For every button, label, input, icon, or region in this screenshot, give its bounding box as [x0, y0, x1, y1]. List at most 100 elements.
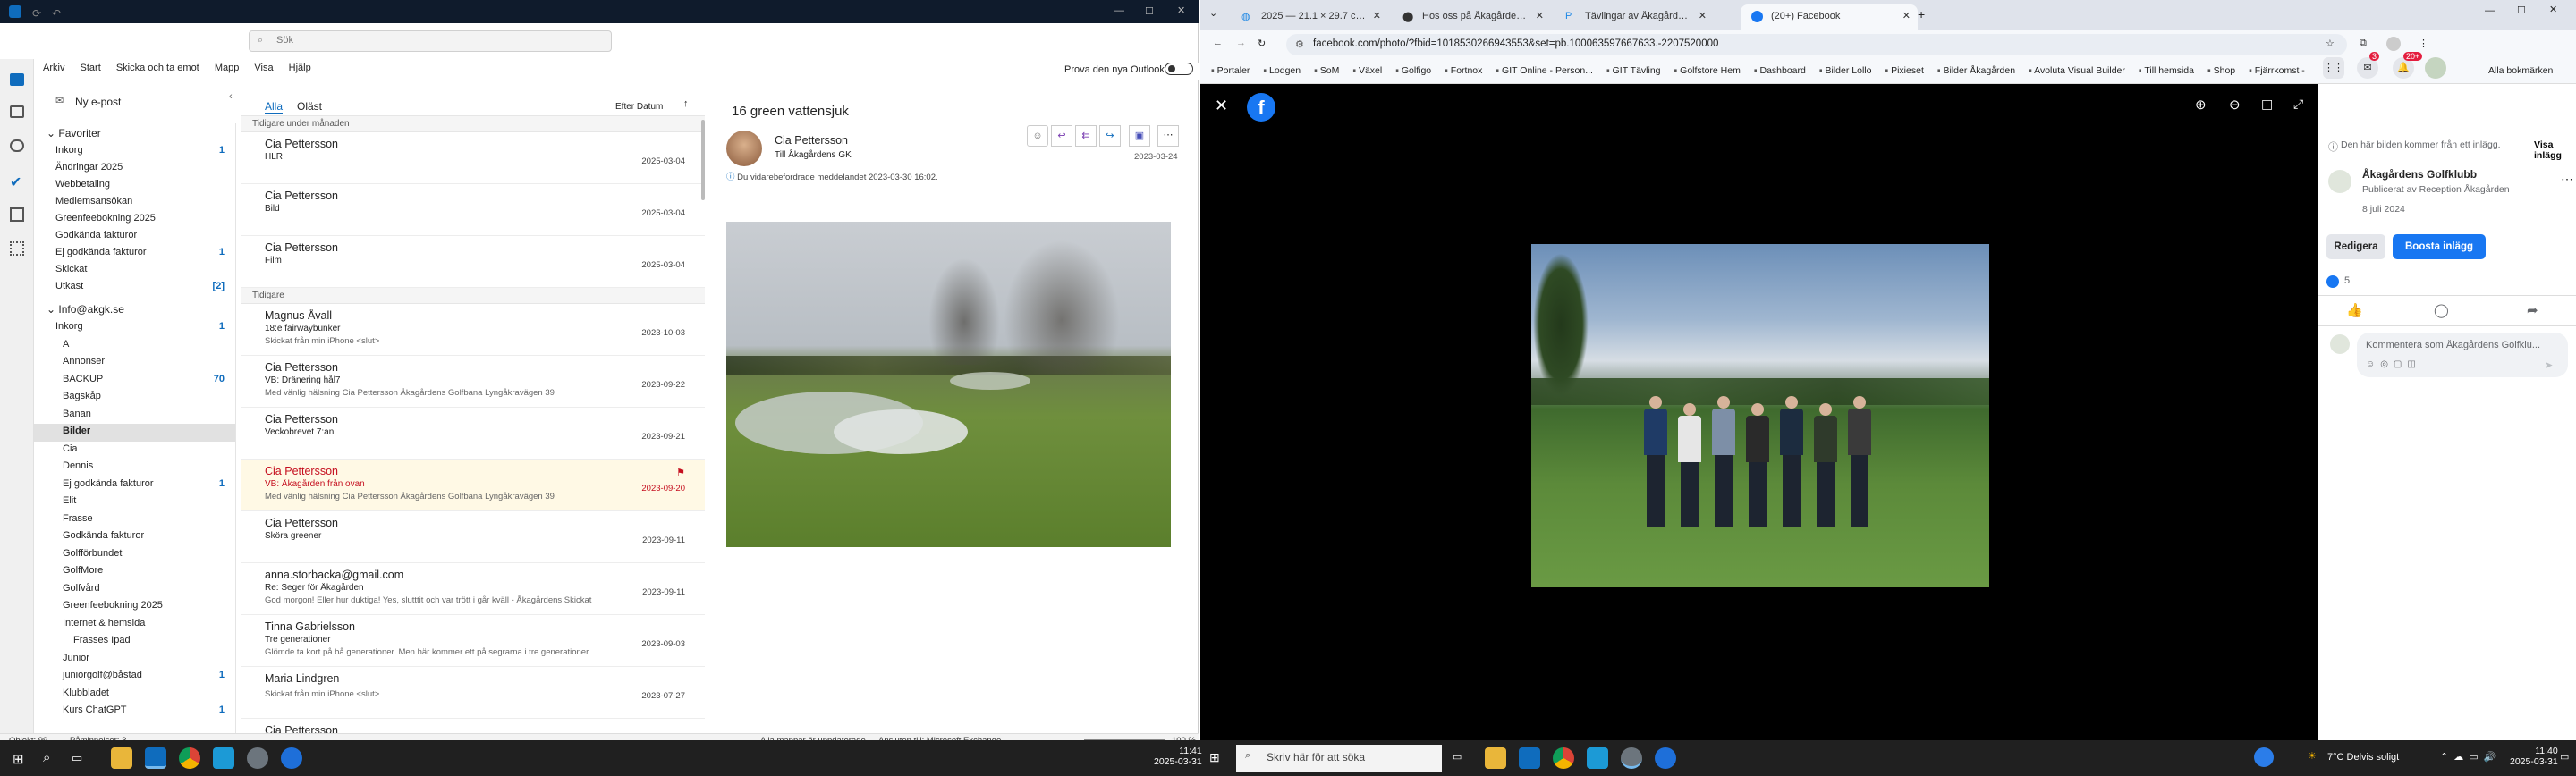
ribbon-start[interactable]: Start: [80, 63, 101, 73]
attached-golf-photo[interactable]: [726, 222, 1171, 547]
commenter-avatar[interactable]: [2330, 334, 2350, 354]
folder-item[interactable]: Greenfeebokning 2025: [34, 598, 235, 616]
undo-icon[interactable]: ↶: [52, 7, 61, 20]
emoji-icon[interactable]: ☺: [1027, 125, 1048, 147]
sender-name[interactable]: Cia Pettersson: [775, 134, 848, 147]
extensions-icon[interactable]: ⧉: [2360, 38, 2367, 49]
folder-item[interactable]: GolfMore: [34, 563, 235, 581]
folder-item[interactable]: Cia: [34, 442, 235, 460]
view-post-link[interactable]: Visa inlägg: [2534, 139, 2576, 161]
maximize-icon[interactable]: ☐: [1145, 5, 1154, 17]
ribbon-view[interactable]: Visa: [254, 63, 273, 73]
folder-item[interactable]: Ej godkända fakturor 1: [34, 477, 235, 494]
favorite-folder[interactable]: Utkast [2]: [34, 279, 235, 296]
folder-item[interactable]: Elit: [34, 493, 235, 511]
bookmark-item[interactable]: ▪ Till hemsida: [2139, 65, 2194, 76]
close-icon[interactable]: ✕: [2549, 4, 2557, 15]
system-tray-icons[interactable]: ⌃☁▭🔊: [2440, 751, 2501, 763]
message-row[interactable]: Tinna Gabrielsson Tre generationer Glömde …: [242, 615, 705, 667]
close-icon[interactable]: ✕: [1177, 4, 1185, 16]
calendar-icon[interactable]: [10, 105, 24, 118]
tab-canva[interactable]: 2025 — 21.1 × 29.7 cm – Canva◍✕: [1231, 4, 1386, 30]
reply-icon[interactable]: ↩: [1051, 125, 1072, 147]
recipient[interactable]: Åkagårdens GK: [788, 150, 852, 160]
app-taskbar-icon[interactable]: [1587, 747, 1608, 769]
folder-item[interactable]: juniorgolf@båstad 1: [34, 668, 235, 686]
bookmark-item[interactable]: ▪ Växel: [1352, 65, 1382, 76]
bookmark-item[interactable]: ▪ SoM: [1314, 65, 1339, 76]
comment-icon[interactable]: ◯: [2434, 302, 2449, 318]
profile-avatar[interactable]: [2425, 57, 2446, 79]
folder-item[interactable]: Inkorg 1: [34, 319, 235, 337]
ribbon-folder[interactable]: Mapp: [215, 63, 240, 73]
folder-item[interactable]: Banan: [34, 407, 235, 425]
tab-akagarden-home[interactable]: Hos oss på Åkagårdens GK är d...⬤✕: [1392, 4, 1549, 30]
sort-direction-icon[interactable]: ↑: [683, 98, 689, 109]
taskbar-search-input[interactable]: Skriv här för att söka: [1236, 745, 1442, 772]
favorites-header[interactable]: ⌄ Favoriter: [34, 123, 235, 143]
message-row[interactable]: anna.storbacka@gmail.com Re: Seger för Åk…: [242, 563, 705, 615]
teams-icon[interactable]: ▣: [1129, 125, 1150, 147]
help-icon[interactable]: [2254, 747, 2274, 767]
folder-item[interactable]: Golfvård: [34, 581, 235, 599]
bookmark-item[interactable]: ▪ Dashboard: [1754, 65, 1806, 76]
folder-item[interactable]: Kurs ChatGPT 1: [34, 703, 235, 721]
folder-item[interactable]: BACKUP 70: [34, 372, 235, 390]
url-input[interactable]: facebook.com/photo/?fbid=101853026694355…: [1286, 34, 2347, 55]
golf-team-photo[interactable]: [1531, 244, 1989, 587]
file-explorer-icon[interactable]: [1485, 747, 1506, 769]
avatar[interactable]: [726, 131, 762, 166]
bookmark-item[interactable]: ▪ GIT Tävling: [1606, 65, 1661, 76]
tab-unread[interactable]: Oläst: [297, 100, 322, 113]
close-viewer-icon[interactable]: ✕: [1215, 97, 1228, 115]
message-row[interactable]: Cia Pettersson Sköra greener 2023-09-11: [242, 511, 705, 563]
tab-tavlingar[interactable]: Tävlingar av Åkagårdens GKP✕: [1555, 4, 1712, 30]
menu-grid-icon[interactable]: ⋮⋮: [2323, 57, 2344, 79]
notes-icon[interactable]: [10, 207, 24, 222]
folder-item[interactable]: Annonser: [34, 354, 235, 372]
chrome-profile-icon[interactable]: [1621, 747, 1642, 769]
message-row[interactable]: Cia Pettersson Film 2025-03-04: [242, 236, 705, 288]
search-icon[interactable]: ⌕: [43, 750, 50, 765]
close-tab-icon[interactable]: ✕: [1699, 10, 1707, 21]
send-icon[interactable]: ➤: [2545, 359, 2553, 371]
collapse-pane-icon[interactable]: ‹: [229, 91, 233, 102]
favorite-folder[interactable]: Ändringar 2025: [34, 160, 235, 177]
bookmark-star-icon[interactable]: ☆: [2326, 38, 2334, 49]
ribbon-send-receive[interactable]: Skicka och ta emot: [116, 63, 199, 73]
bookmark-item[interactable]: ▪ Golfstore Hem: [1674, 65, 1741, 76]
folder-item[interactable]: Frasses Ipad: [34, 633, 235, 651]
reaction-count[interactable]: 5: [2344, 275, 2350, 286]
tag-icon[interactable]: ◫: [2261, 97, 2273, 112]
search-input[interactable]: Sök: [249, 30, 612, 52]
forward-icon[interactable]: ↪: [1099, 125, 1121, 147]
message-row[interactable]: Cia Pettersson Veckobrevet 7:an 2023-09-21: [242, 408, 705, 460]
favorite-folder[interactable]: Skickat: [34, 262, 235, 279]
edge-taskbar-icon[interactable]: [1655, 747, 1676, 769]
ribbon-arkiv[interactable]: Arkiv: [43, 63, 64, 73]
bookmark-item[interactable]: ▪ Pixieset: [1885, 65, 1923, 76]
file-explorer-icon[interactable]: [111, 747, 132, 769]
minimize-icon[interactable]: —: [1114, 5, 1124, 16]
like-reaction-icon[interactable]: [2326, 275, 2339, 288]
tab-all[interactable]: Alla: [265, 100, 284, 114]
favorite-folder[interactable]: Medlemsansökan: [34, 194, 235, 211]
account-header[interactable]: ⌄ Info@akgk.se: [34, 299, 235, 319]
bookmark-item[interactable]: ▪ Bilder Lollo: [1819, 65, 1872, 76]
boost-post-button[interactable]: Boosta inlägg: [2393, 234, 2486, 259]
favorite-folder[interactable]: Godkända fakturor: [34, 228, 235, 245]
folder-item[interactable]: Dennis: [34, 459, 235, 477]
sort-dropdown[interactable]: Efter Datum: [615, 102, 663, 112]
notification-center-icon[interactable]: ▭: [2560, 751, 2569, 763]
folder-item[interactable]: Bilder: [34, 424, 235, 442]
fullscreen-icon[interactable]: ⤢: [2293, 97, 2303, 112]
close-tab-icon[interactable]: ✕: [1902, 10, 1911, 21]
page-avatar[interactable]: [2328, 170, 2351, 193]
ribbon-help[interactable]: Hjälp: [289, 63, 311, 73]
bookmark-item[interactable]: ▪ GIT Online - Person...: [1496, 65, 1593, 76]
facebook-logo-icon[interactable]: f: [1247, 93, 1275, 122]
chrome-profile-icon[interactable]: [247, 747, 268, 769]
site-info-icon[interactable]: ⚙: [1295, 38, 1304, 50]
chrome-taskbar-icon[interactable]: [179, 747, 200, 769]
folder-item[interactable]: Junior: [34, 651, 235, 669]
